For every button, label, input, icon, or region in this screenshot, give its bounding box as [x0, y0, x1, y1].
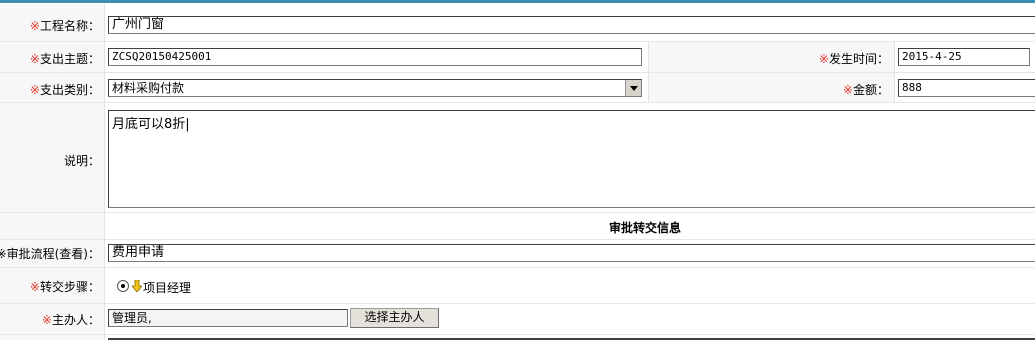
description-label: 说明：	[63, 154, 100, 168]
select-handler-button[interactable]: 选择主办人	[350, 308, 439, 328]
chevron-down-icon[interactable]	[625, 80, 641, 96]
step-radio[interactable]	[117, 280, 129, 292]
expense-subject-label: ※支出主题：	[29, 52, 100, 66]
approval-flow-input: 费用申请	[108, 244, 1035, 262]
expense-subject-input[interactable]: ZCSQ20150425001	[108, 48, 642, 66]
amount-label: ※金额：	[842, 83, 889, 97]
view-flow-link[interactable]: (查看)	[55, 247, 88, 261]
expense-type-select[interactable]: 材料采购付款	[108, 79, 642, 97]
handler-label: ※主办人：	[41, 313, 100, 327]
top-accent-line	[0, 0, 1035, 3]
row-section-title	[0, 213, 1035, 240]
section-title: 审批转交信息	[609, 221, 682, 235]
expense-type-label: ※支出类别：	[29, 83, 100, 97]
project-name-label: ※工程名称：	[29, 19, 100, 33]
occur-time-input[interactable]: 2015-4-25	[898, 48, 1030, 66]
occur-time-label: ※发生时间：	[818, 52, 889, 66]
transfer-step-label: ※转交步骤：	[29, 280, 100, 294]
project-name-input[interactable]: 广州门窗	[108, 16, 1035, 34]
handler-input[interactable]: 管理员,	[108, 309, 348, 327]
required-mark: ※	[29, 19, 40, 33]
approval-flow-label: ※审批流程(查看)：	[0, 247, 100, 261]
amount-input[interactable]: 888	[898, 79, 1035, 97]
description-textarea[interactable]: 月底可以8折|	[108, 110, 1035, 208]
step-option-label: 项目经理	[143, 281, 192, 295]
down-arrow-icon	[132, 280, 142, 292]
